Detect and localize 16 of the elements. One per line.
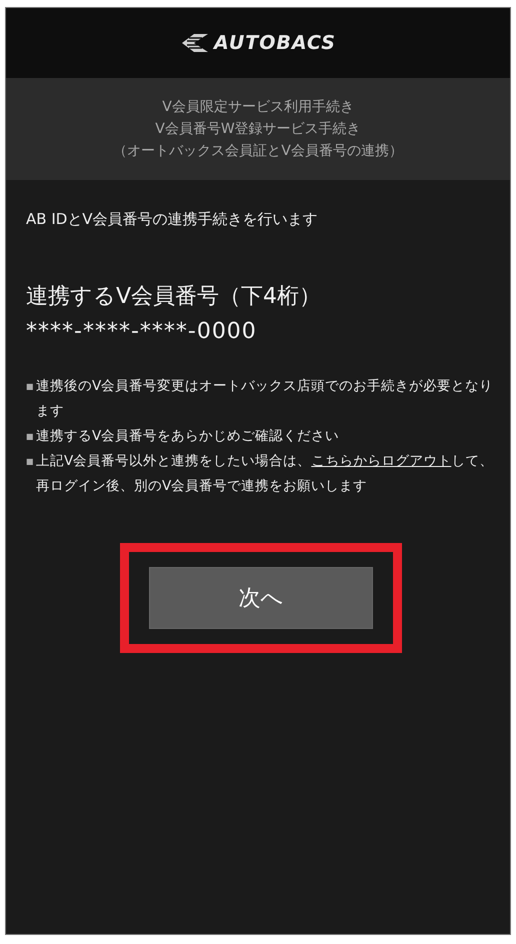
banner-text: （オートバックス会員証とV会員番号の連携） [113,142,403,161]
note-text: 上記V会員番号以外と連携をしたい場合は、こちらからログアウト して、再ログイン後、別のV会員番号で連携をお願いします [36,452,494,496]
bullet-icon: ■ [26,424,36,449]
logo-stripes-icon [180,32,210,54]
logo-text: AUTOBACS [214,32,336,54]
member-number-value: ****-****-****-0000 [26,319,258,344]
note-text: 連携後のV会員番号変更はオートバックス店頭でのお手続きが必要となります [36,377,494,421]
note-text: 連携するV会員番号をあらかじめご確認ください [36,427,340,446]
logout-link[interactable]: こちらからログアウト [311,453,452,469]
member-number-label: 連携するV会員番号（下4桁） [26,283,322,311]
bullet-icon: ■ [26,449,36,474]
intro-text: AB IDとV会員番号の連携手続きを行います [26,210,319,229]
next-button[interactable]: 次へ [149,567,373,629]
banner-text: V会員限定サービス利用手続き [162,98,354,117]
bullet-icon: ■ [26,374,36,399]
banner-text: V会員番号W登録サービス手続き [155,120,361,139]
